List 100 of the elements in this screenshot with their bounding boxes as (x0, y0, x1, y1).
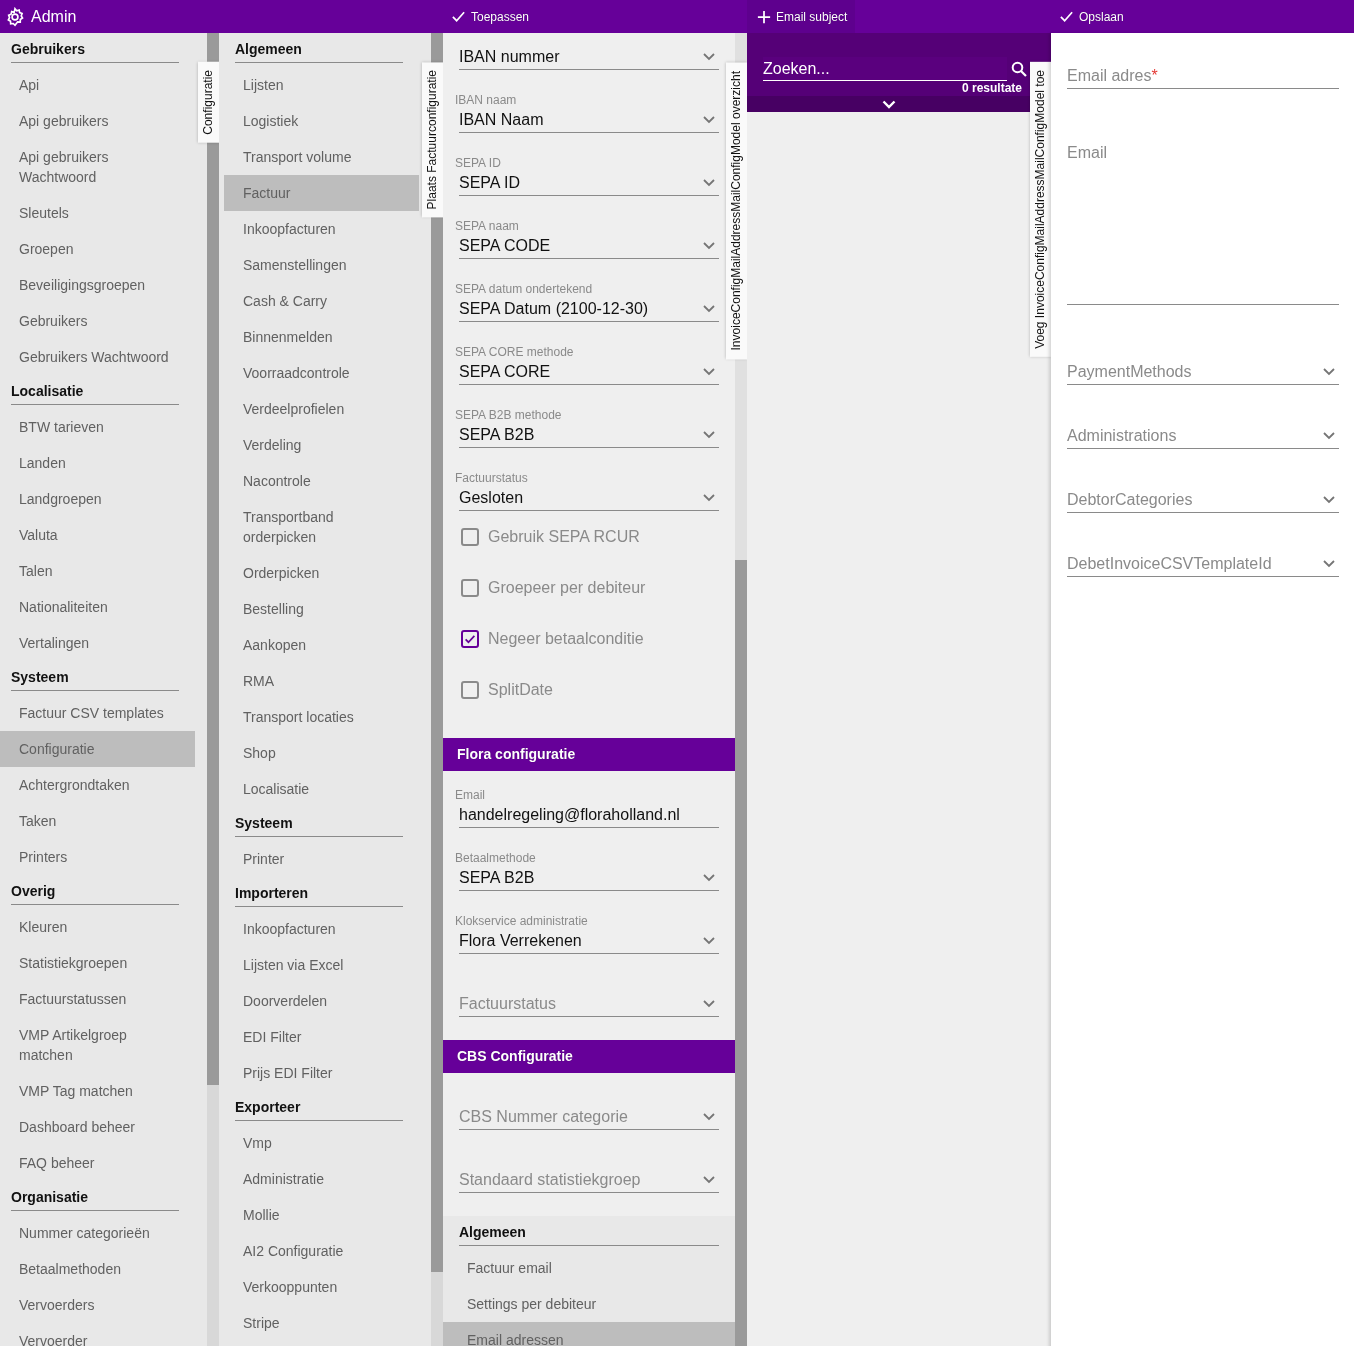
checkbox[interactable]: SplitDate (443, 664, 675, 715)
expand-toggle[interactable] (747, 96, 1030, 112)
select-field[interactable]: SEPA B2B (459, 423, 719, 448)
panel-tab[interactable]: Voeg InvoiceConfigMailAddressMailConfigModel toe (1030, 62, 1051, 357)
sidebar-item[interactable]: Vmp (224, 1125, 419, 1161)
sidebar-item[interactable]: Nummer categorieën (0, 1215, 195, 1251)
sidebar-item[interactable]: Achtergrondtaken (0, 767, 195, 803)
sidebar-item[interactable]: Api (0, 67, 195, 103)
sidebar-item[interactable]: Samenstellingen (224, 247, 419, 283)
sidebar-item[interactable]: Orderpicken (224, 555, 419, 591)
select-field[interactable]: SEPA Datum (2100-12-30) (459, 297, 719, 322)
sidebar-item[interactable]: Gebruikers Wachtwoord (0, 339, 195, 375)
select-field[interactable]: PaymentMethods (1067, 360, 1339, 385)
sidebar-item[interactable]: VMP Artikelgroep matchen (0, 1017, 195, 1073)
select-field[interactable]: SEPA CORE (459, 360, 719, 385)
sidebar-item[interactable]: Factuur CSV templates (0, 695, 195, 731)
search-icon[interactable] (1011, 61, 1027, 77)
sidebar-item[interactable]: Stripe (224, 1305, 419, 1341)
sidebar-item[interactable]: Inkoopfacturen (224, 911, 419, 947)
nav-item[interactable]: Email adressen (443, 1322, 735, 1346)
sidebar-item[interactable]: Factuur (224, 175, 419, 211)
sidebar-item[interactable]: Statistiekgroepen (0, 945, 195, 981)
select-field[interactable]: Gesloten (459, 486, 719, 511)
select-field[interactable]: SEPA ID (459, 171, 719, 196)
sidebar-item[interactable]: RMA (224, 663, 419, 699)
sidebar-item[interactable]: Lijsten via Excel (224, 947, 419, 983)
sidebar-item[interactable]: Beveiligingsgroepen (0, 267, 195, 303)
select-field[interactable]: SEPA CODE (459, 234, 719, 259)
select-field[interactable]: DebtorCategories (1067, 488, 1339, 513)
sidebar-item[interactable]: Landgroepen (0, 481, 195, 517)
sidebar-item[interactable]: Aankopen (224, 627, 419, 663)
sidebar-item[interactable]: Lijsten (224, 67, 419, 103)
sidebar-item[interactable]: Vervoerder (0, 1323, 195, 1346)
sidebar-item[interactable]: FAQ beheer (0, 1145, 195, 1181)
sidebar-item[interactable]: Vertalingen (0, 625, 195, 661)
panel-tab[interactable]: InvoiceConfigMailAddressMailConfigModel overzicht (726, 62, 747, 360)
select-field[interactable]: IBAN Naam (459, 108, 719, 133)
sidebar-item[interactable]: Bestelling (224, 591, 419, 627)
sidebar-item[interactable]: Cash & Carry (224, 283, 419, 319)
sidebar-item[interactable]: Gebruikers (0, 303, 195, 339)
panel-tab[interactable]: Plaats Factuurconfiguratie (422, 62, 443, 218)
sidebar-item[interactable]: VMP Tag matchen (0, 1073, 195, 1109)
sidebar-item[interactable]: Factuurstatussen (0, 981, 195, 1017)
search-field[interactable]: Zoeken... (763, 57, 1007, 81)
sidebar-item[interactable]: Api gebruikers (0, 103, 195, 139)
select-field[interactable]: Standaard statistiekgroep (459, 1168, 719, 1193)
select-field[interactable]: SEPA B2B (459, 866, 719, 891)
sidebar-item[interactable]: Administratie (224, 1161, 419, 1197)
sidebar-item[interactable]: Prijs EDI Filter (224, 1055, 419, 1091)
save-button[interactable]: Opslaan (1051, 0, 1132, 33)
sidebar-item[interactable]: Doorverdelen (224, 983, 419, 1019)
sidebar-item[interactable]: Api gebruikers Wachtwoord (0, 139, 195, 195)
sidebar-item[interactable]: Sleutels (0, 195, 195, 231)
sidebar-item[interactable]: Dashboard beheer (0, 1109, 195, 1145)
sidebar-item[interactable]: Vervoerders (0, 1287, 195, 1323)
sidebar-item[interactable]: Nationaliteiten (0, 589, 195, 625)
sidebar-item[interactable]: Verdeling (224, 427, 419, 463)
sidebar-item[interactable]: AI2 Configuratie (224, 1233, 419, 1269)
sidebar-item[interactable]: Taken (0, 803, 195, 839)
select-field[interactable]: IBAN nummer (459, 45, 719, 70)
checkbox[interactable]: Groepeer per debiteur (443, 562, 675, 613)
sidebar-item[interactable]: Logistiek (224, 103, 419, 139)
select-field[interactable]: Flora Verrekenen (459, 929, 719, 954)
apply-button[interactable]: Toepassen (443, 0, 538, 33)
nav-item[interactable]: Factuur email (443, 1250, 735, 1286)
sidebar-item[interactable]: Verkooppunten (224, 1269, 419, 1305)
sidebar-item[interactable]: Transport locaties (224, 699, 419, 735)
sidebar-item[interactable]: Nacontrole (224, 463, 419, 499)
sidebar-item[interactable]: Shop (224, 735, 419, 771)
sidebar-item[interactable]: Configuratie (0, 731, 195, 767)
panel-tab[interactable]: Configuratie (198, 62, 219, 143)
nav-item[interactable]: Settings per debiteur (443, 1286, 735, 1322)
textarea-field[interactable]: Email (1067, 144, 1339, 305)
sidebar-item[interactable]: Transport volume (224, 139, 419, 175)
sidebar-item[interactable]: Printers (0, 839, 195, 875)
sidebar-item[interactable]: BTW tarieven (0, 409, 195, 445)
input-field[interactable]: Email adres* (1067, 64, 1339, 89)
sidebar-item[interactable]: Kleuren (0, 909, 195, 945)
sidebar-item[interactable]: Printer (224, 841, 419, 877)
select-field[interactable]: Factuurstatus (459, 992, 719, 1017)
sidebar-item[interactable]: Talen (0, 553, 195, 589)
sidebar-item[interactable]: Groepen (0, 231, 195, 267)
sidebar-item[interactable]: Verdeelprofielen (224, 391, 419, 427)
checkbox[interactable]: Negeer betaalconditie (443, 613, 675, 664)
sidebar-item[interactable]: Transportband orderpicken (224, 499, 419, 555)
sidebar-item[interactable]: Inkoopfacturen (224, 211, 419, 247)
sidebar-item[interactable]: Localisatie (224, 771, 419, 807)
sidebar-item[interactable]: EDI Filter (224, 1019, 419, 1055)
sidebar-item[interactable]: Binnenmelden (224, 319, 419, 355)
input-field[interactable]: handelregeling@floraholland.nl (459, 803, 719, 828)
sidebar-item[interactable]: Betaalmethoden (0, 1251, 195, 1287)
add-button[interactable]: Email subject (747, 0, 856, 33)
sidebar-item[interactable]: Voorraadcontrole (224, 355, 419, 391)
sidebar-item[interactable]: Mollie (224, 1197, 419, 1233)
checkbox[interactable]: Gebruik SEPA RCUR (443, 511, 675, 562)
sidebar-item[interactable]: Valuta (0, 517, 195, 553)
sidebar-item[interactable]: Landen (0, 445, 195, 481)
select-field[interactable]: Administrations (1067, 424, 1339, 449)
select-field[interactable]: CBS Nummer categorie (459, 1105, 719, 1130)
select-field[interactable]: DebetInvoiceCSVTemplateId (1067, 552, 1339, 577)
